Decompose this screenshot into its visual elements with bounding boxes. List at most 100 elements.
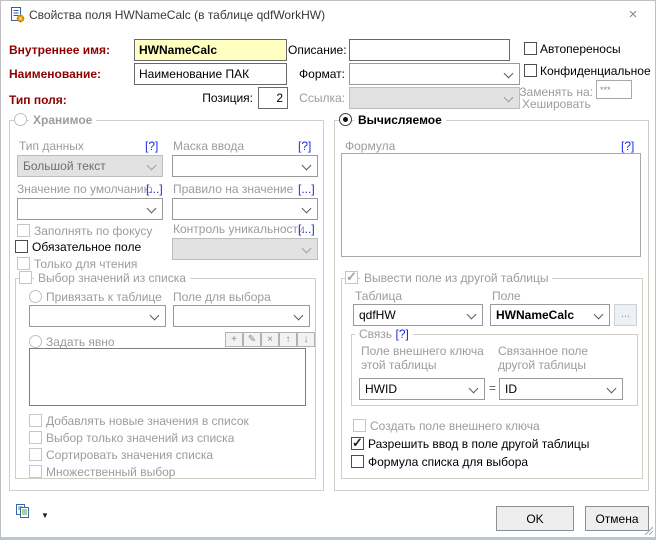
table-label: Таблица bbox=[355, 290, 402, 303]
stored-radio[interactable] bbox=[14, 113, 27, 126]
allow-input-checkbox[interactable]: ✓ bbox=[351, 437, 364, 450]
sort-values-checkbox bbox=[29, 448, 42, 461]
validation-rule-combobox[interactable] bbox=[172, 198, 318, 220]
add-value-button: + bbox=[225, 332, 243, 347]
fk-field-value: HWID bbox=[365, 382, 397, 396]
relation-help-link[interactable]: [?] bbox=[396, 327, 409, 341]
field-label: Поле bbox=[492, 290, 521, 303]
multi-select-checkbox bbox=[29, 465, 42, 478]
link-combobox bbox=[349, 87, 520, 109]
derive-field-checkbox: ✓ bbox=[345, 271, 358, 284]
formula-list-label: Формула списка для выбора bbox=[368, 456, 528, 469]
move-down-button: ↓ bbox=[297, 332, 315, 347]
autowrap-label: Автопереносы bbox=[540, 43, 621, 56]
input-mask-combobox[interactable] bbox=[172, 155, 318, 177]
internal-name-input[interactable] bbox=[134, 39, 287, 61]
default-value-combobox[interactable] bbox=[17, 198, 163, 220]
fk-label-line2: этой таблицы bbox=[361, 359, 437, 372]
field-value: HWNameCalc bbox=[496, 308, 574, 322]
delete-icon: × bbox=[267, 334, 273, 345]
close-button[interactable]: × bbox=[623, 5, 643, 25]
validation-rule-more-link[interactable]: [...] bbox=[298, 183, 315, 196]
default-value-more-link[interactable]: [...] bbox=[146, 183, 163, 196]
sort-values-label: Сортировать значения списка bbox=[46, 449, 213, 462]
fk-label-line1: Поле внешнего ключа bbox=[361, 345, 484, 358]
resize-grip[interactable] bbox=[643, 525, 653, 535]
list-values-checkbox bbox=[19, 271, 32, 284]
chevron-down-icon bbox=[607, 384, 617, 394]
link-label: Ссылка: bbox=[288, 92, 345, 105]
title-bar: Свойства поля HWNameCalc (в таблице qdfW… bbox=[1, 1, 655, 28]
checkmark-icon: ✓ bbox=[352, 435, 363, 451]
dropdown-arrow-icon[interactable]: ▼ bbox=[41, 511, 49, 520]
equals-sign: = bbox=[489, 382, 496, 395]
input-mask-help-link[interactable]: [?] bbox=[298, 140, 311, 153]
readonly-label: Только для чтения bbox=[34, 258, 137, 271]
fk-field-combobox[interactable]: HWID bbox=[359, 378, 485, 400]
validation-rule-label: Правило на значение bbox=[173, 183, 293, 196]
linked-field-combobox[interactable]: ID bbox=[499, 378, 623, 400]
required-checkbox[interactable] bbox=[15, 240, 28, 253]
input-mask-label: Маска ввода bbox=[173, 140, 244, 153]
stored-group-label: Хранимое bbox=[29, 113, 96, 127]
formula-list-checkbox[interactable] bbox=[351, 455, 364, 468]
arrow-up-icon: ↑ bbox=[286, 334, 291, 345]
computed-radio[interactable] bbox=[339, 113, 352, 126]
close-icon: × bbox=[629, 6, 638, 23]
explicit-values-listbox[interactable] bbox=[29, 348, 306, 406]
explicit-radio bbox=[29, 335, 42, 348]
table-combobox[interactable]: qdfHW bbox=[353, 304, 483, 326]
checkmark-icon: ✓ bbox=[346, 269, 357, 285]
relation-label: Связь bbox=[359, 327, 392, 341]
field-choice-label: Поле для выбора bbox=[173, 291, 271, 304]
only-list-values-checkbox bbox=[29, 431, 42, 444]
arrow-down-icon: ↓ bbox=[304, 334, 309, 345]
description-input[interactable] bbox=[349, 39, 510, 61]
data-type-combobox: Большой текст bbox=[17, 155, 163, 177]
formula-textarea[interactable] bbox=[341, 153, 641, 257]
table-value: qdfHW bbox=[359, 308, 396, 322]
confidential-checkbox[interactable] bbox=[524, 64, 537, 77]
linked-label-line1: Связанное поле bbox=[498, 345, 588, 358]
create-fk-checkbox bbox=[353, 419, 366, 432]
linked-label-line2: другой таблицы bbox=[498, 359, 586, 372]
chevron-down-icon bbox=[469, 384, 479, 394]
multi-select-label: Множественный выбор bbox=[46, 466, 175, 479]
required-label: Обязательное поле bbox=[32, 241, 141, 254]
bind-table-label: Привязать к таблице bbox=[46, 291, 162, 304]
uniqueness-label: Контроль уникальности bbox=[173, 223, 305, 236]
ok-button[interactable]: OK bbox=[496, 506, 574, 531]
uniqueness-combobox bbox=[172, 238, 318, 260]
copy-field-button[interactable] bbox=[15, 503, 39, 525]
uniqueness-more-link[interactable]: [...] bbox=[298, 223, 315, 236]
chevron-down-icon bbox=[302, 161, 312, 171]
chevron-down-icon bbox=[302, 244, 312, 254]
description-label: Описание: bbox=[288, 44, 345, 57]
formula-help-link[interactable]: [?] bbox=[621, 140, 634, 153]
chevron-down-icon bbox=[594, 310, 604, 320]
fill-on-focus-label: Заполнять по фокусу bbox=[34, 225, 152, 238]
autowrap-checkbox[interactable] bbox=[524, 42, 537, 55]
delete-value-button: × bbox=[261, 332, 279, 347]
chevron-down-icon bbox=[504, 93, 514, 103]
replace-with-input[interactable] bbox=[596, 80, 632, 99]
bind-table-radio bbox=[29, 290, 42, 303]
internal-name-label: Внутреннее имя: bbox=[9, 44, 110, 57]
chevron-down-icon bbox=[150, 311, 160, 321]
position-input[interactable] bbox=[258, 87, 288, 109]
data-type-value: Большой текст bbox=[23, 159, 106, 173]
format-combobox[interactable] bbox=[349, 63, 520, 85]
default-value-label: Значение по умолчанию bbox=[17, 183, 153, 196]
fill-on-focus-checkbox bbox=[17, 224, 30, 237]
field-combobox[interactable]: HWNameCalc bbox=[490, 304, 610, 326]
derive-field-group-label: Вывести поле из другой таблицы bbox=[360, 271, 552, 285]
bind-table-combobox bbox=[29, 305, 166, 327]
confidential-label: Конфиденциальное bbox=[540, 65, 651, 78]
linked-field-value: ID bbox=[505, 382, 517, 396]
add-new-values-label: Добавлять новые значения в список bbox=[46, 415, 249, 428]
chevron-down-icon bbox=[467, 310, 477, 320]
data-type-help-link[interactable]: [?] bbox=[145, 140, 158, 153]
caption-input[interactable] bbox=[134, 63, 287, 85]
plus-icon: + bbox=[231, 334, 237, 345]
cancel-button[interactable]: Отмена bbox=[585, 506, 649, 531]
